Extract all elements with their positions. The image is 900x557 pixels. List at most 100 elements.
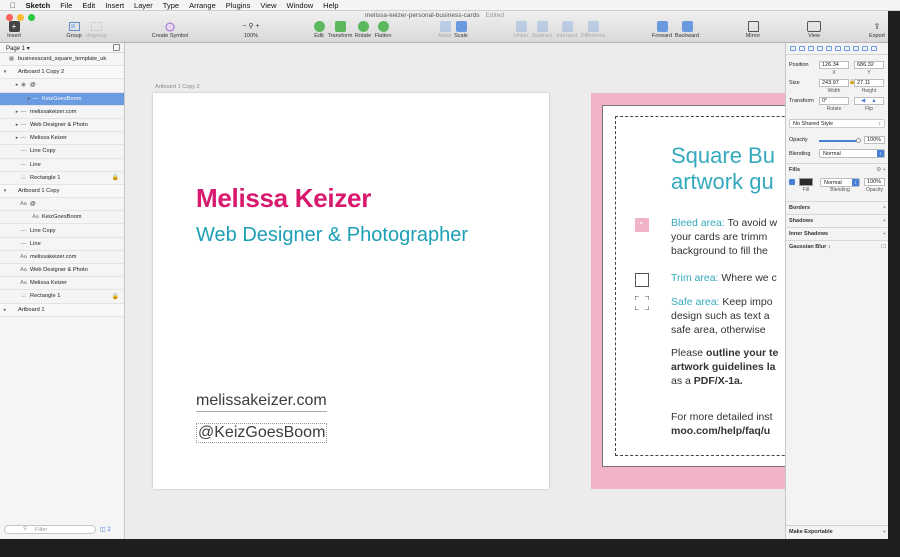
fill-blending-select[interactable]: Normal ↕ (820, 178, 860, 187)
tidy-icon[interactable] (871, 46, 877, 51)
menu-app[interactable]: Sketch (26, 0, 51, 11)
canvas[interactable]: Artboard 1 Copy 2 Melissa Keizer Web Des… (126, 43, 785, 539)
menu-window[interactable]: Window (286, 0, 313, 11)
blending-select[interactable]: Normal ↕ (819, 149, 885, 158)
ungroup-button[interactable]: Ungroup (76, 21, 116, 39)
filter-toggle-icons[interactable]: ◫ 2 (100, 526, 111, 533)
align-middle-icon[interactable] (826, 46, 832, 51)
layer-row[interactable]: — Line (0, 238, 124, 251)
distribute-v-icon[interactable] (853, 46, 859, 51)
create-symbol-button[interactable]: Create Symbol (150, 21, 190, 39)
menu-plugins[interactable]: Plugins (226, 0, 251, 11)
layer-row[interactable]: ▸ — KeizGoesBoom (0, 92, 124, 106)
layer-filter-input[interactable]: ⚲ Filter (4, 525, 96, 534)
inner-shadows-section[interactable]: Inner Shadows + (786, 227, 888, 239)
zoom-control[interactable]: − ⚲ + 100% (231, 21, 271, 39)
layer-artboard-row[interactable]: ▾ Artboard 1 Copy 2 (0, 66, 124, 80)
menu-layer[interactable]: Layer (134, 0, 153, 11)
layer-row[interactable]: Aa Melissa Keizer (0, 277, 124, 291)
layer-row[interactable]: — Line (0, 159, 124, 172)
layer-artboard-row[interactable]: ▸ Artboard 1 (0, 303, 124, 317)
opacity-slider[interactable] (819, 140, 859, 142)
position-x-input[interactable]: 126.34 (819, 61, 849, 69)
apple-icon[interactable]:  (10, 0, 16, 11)
view-button[interactable]: View (794, 21, 834, 39)
layer-row[interactable]: Aa melissakeizer.com (0, 251, 124, 264)
mirror-button[interactable]: Mirror (733, 21, 773, 39)
add-inner-shadow-icon[interactable]: + (883, 231, 886, 237)
backward-button[interactable]: Backward (667, 21, 707, 39)
add-border-icon[interactable]: + (883, 205, 886, 211)
layer-row[interactable]: — Line Copy (0, 145, 124, 159)
add-page-icon[interactable] (113, 44, 120, 51)
layer-row[interactable]: Aa Web Designer & Photo (0, 264, 124, 278)
make-exportable-section[interactable]: Make Exportable + (786, 525, 888, 537)
flip-vertical-icon[interactable]: ▲ (871, 98, 876, 104)
layer-row[interactable]: Aa KeizGoesBoom (0, 211, 124, 225)
align-bottom-icon[interactable] (835, 46, 841, 51)
export-button[interactable]: ⇪ Export (857, 21, 888, 39)
align-left-icon[interactable] (790, 46, 796, 51)
template-guide-artboard[interactable]: Square Bu artwork gu ▪ Bleed area: To av… (591, 93, 785, 489)
gaussian-blur-section[interactable]: Gaussian Blur ↕ ☐ (786, 240, 888, 252)
disclosure-triangle-icon[interactable]: ▾ (2, 69, 8, 75)
artboard-title[interactable]: Artboard 1 Copy 2 (155, 84, 200, 90)
lock-icon[interactable]: 🔒 (112, 174, 119, 181)
layer-row[interactable]: — Line Copy (0, 224, 124, 238)
layer-row[interactable]: ▦ businesscard_square_template_uk (0, 53, 124, 67)
align-right-icon[interactable] (808, 46, 814, 51)
scale-button[interactable]: Scale (441, 21, 481, 39)
disclosure-triangle-icon[interactable]: ▾ (2, 188, 8, 194)
borders-section[interactable]: Borders + (786, 201, 888, 213)
align-center-icon[interactable] (799, 46, 805, 51)
card-website[interactable]: melissakeizer.com (196, 392, 327, 412)
card-name[interactable]: Melissa Keizer (196, 183, 371, 214)
menu-insert[interactable]: Insert (105, 0, 124, 11)
position-y-input[interactable]: 686.32 (854, 61, 884, 69)
layer-row[interactable]: ▸ — Web Designer & Photo (0, 119, 124, 133)
business-card-artboard[interactable]: Melissa Keizer Web Designer & Photograph… (153, 93, 549, 489)
layer-row[interactable]: ▸ ◉ @ (0, 79, 124, 93)
fill-opacity-input[interactable]: 100% (864, 178, 885, 186)
flip-buttons[interactable]: ◀ ▲ (854, 97, 884, 105)
minimize-window-button[interactable] (17, 14, 24, 21)
menu-help[interactable]: Help (323, 0, 338, 11)
opacity-input[interactable]: 100% (864, 136, 885, 144)
width-input[interactable]: 243.97 (819, 79, 849, 87)
opacity-slider-knob[interactable] (856, 138, 861, 143)
menu-file[interactable]: File (60, 0, 72, 11)
fill-color-swatch[interactable] (799, 178, 813, 186)
disclosure-triangle-icon[interactable]: ▸ (2, 307, 8, 313)
distribute-h-icon[interactable] (844, 46, 850, 51)
layer-row[interactable]: ▸ — Melissa Keizer (0, 132, 124, 146)
add-shadow-icon[interactable]: + (883, 218, 886, 224)
layer-row[interactable]: □ Rectangle 1 🔒 (0, 290, 124, 304)
rotate-input[interactable]: 0° (819, 97, 849, 105)
layer-row[interactable]: □ Rectangle 1 🔒 (0, 172, 124, 185)
add-export-icon[interactable]: + (883, 529, 886, 535)
align-top-icon[interactable] (817, 46, 823, 51)
flatten-button[interactable]: Flatten (363, 21, 403, 39)
layer-row[interactable]: Aa @ (0, 198, 124, 212)
zoom-window-button[interactable] (28, 14, 35, 21)
insert-button[interactable]: + Insert (0, 21, 34, 39)
fills-section[interactable]: Fills ⚙ + (786, 163, 888, 175)
card-handle[interactable]: @KeizGoesBoom (196, 423, 328, 443)
card-job-title[interactable]: Web Designer & Photographer (196, 224, 468, 247)
distribute-icon[interactable] (862, 46, 868, 51)
shared-style-select[interactable]: No Shared Style ↕ (789, 119, 885, 128)
menu-type[interactable]: Type (163, 0, 179, 11)
shadows-section[interactable]: Shadows + (786, 214, 888, 226)
difference-button[interactable]: Difference (573, 21, 613, 39)
add-fill-icon[interactable]: ⚙ + (876, 167, 886, 173)
close-window-button[interactable] (6, 14, 13, 21)
height-input[interactable]: 27.11 (854, 79, 884, 87)
fill-checkbox[interactable] (789, 179, 795, 185)
layer-row[interactable]: ▸ — melissakeizer.com (0, 106, 124, 119)
menu-arrange[interactable]: Arrange (189, 0, 216, 11)
menu-edit[interactable]: Edit (82, 0, 95, 11)
blur-checkbox[interactable]: ☐ (881, 244, 886, 250)
lock-icon[interactable]: 🔒 (112, 293, 119, 300)
menu-view[interactable]: View (260, 0, 276, 11)
page-selector[interactable]: Page 1 ▾ (0, 43, 124, 53)
